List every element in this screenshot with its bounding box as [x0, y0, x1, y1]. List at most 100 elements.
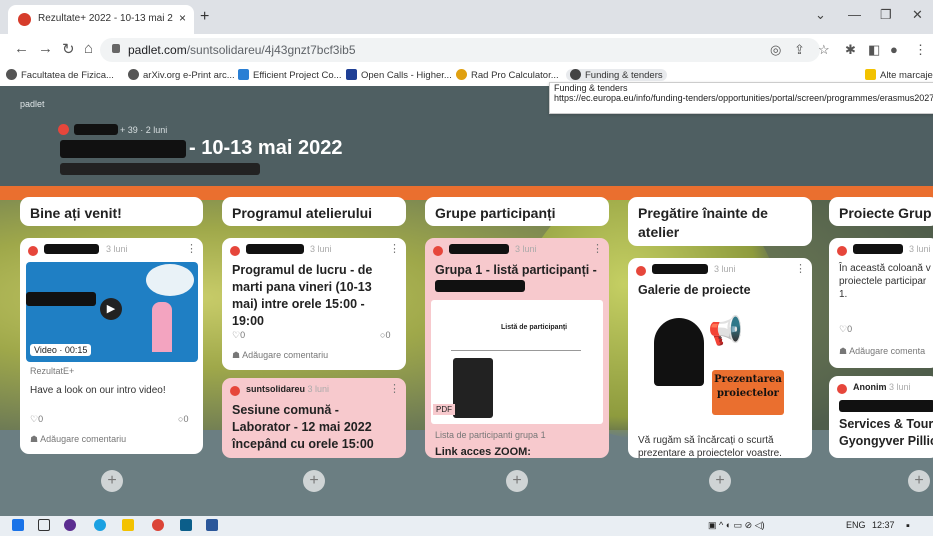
post-subject: Services & Touri Gyongyver Pillich	[839, 417, 933, 448]
close-window-icon[interactable]: ✕	[912, 7, 923, 23]
redacted-description	[60, 163, 260, 175]
app-icon[interactable]	[64, 519, 76, 531]
doc-title: Listă de participanți	[501, 324, 568, 331]
notification-icon[interactable]: ▪	[906, 520, 910, 532]
redacted-subject-part	[839, 400, 933, 412]
redacted-author	[74, 124, 118, 135]
side-panel-icon[interactable]: ◧	[868, 42, 880, 58]
more-options-icon[interactable]: ⋮	[389, 242, 400, 255]
add-comment[interactable]: ☗ Adăugare comentariu	[232, 350, 328, 361]
comment-count[interactable]: ○0	[380, 330, 390, 340]
add-comment[interactable]: ☗ Adăugare comentariu	[30, 434, 126, 445]
task-view-icon[interactable]	[38, 519, 50, 531]
add-post-button[interactable]: +	[908, 470, 930, 492]
home-icon[interactable]: ⌂	[84, 40, 93, 57]
video-badge: Video · 00:15	[30, 344, 92, 356]
restore-icon[interactable]: ❐	[880, 7, 892, 23]
bookmark-item[interactable]: Efficient Project Co...	[238, 69, 342, 81]
minimize-icon[interactable]: —	[848, 7, 861, 22]
more-options-icon[interactable]: ⋮	[389, 382, 400, 395]
post-card[interactable]: 3 luni ⋮ ▶ Video · 00:15 RezultatE+ Have…	[20, 238, 203, 454]
tab-search-icon[interactable]: ⌄	[815, 7, 826, 23]
forward-icon[interactable]: →	[38, 40, 53, 57]
new-tab-button[interactable]: +	[200, 8, 209, 26]
author-avatar	[230, 386, 240, 396]
menu-icon[interactable]: ⋮	[914, 42, 927, 58]
bookmark-favicon-icon	[238, 69, 249, 80]
add-comment[interactable]: ☗ Adăugare comenta	[839, 346, 925, 357]
tooltip-title: Funding & tenders	[554, 83, 628, 93]
reload-icon[interactable]: ↻	[62, 40, 75, 58]
post-card[interactable]: 3 luni ⋮ Grupa 1 - listă participanți - …	[425, 238, 609, 458]
post-time: 3 luni	[106, 244, 128, 254]
post-subject: Galerie de proiecte	[638, 283, 751, 297]
bookmark-item-hovered[interactable]: Funding & tenders	[566, 69, 667, 81]
column-header: Grupe participanți	[425, 197, 609, 226]
padlet-favicon-icon	[18, 13, 31, 26]
word-icon[interactable]	[206, 519, 218, 531]
more-options-icon[interactable]: ⋮	[186, 242, 197, 255]
chrome-icon[interactable]	[152, 519, 164, 531]
redacted-table	[453, 358, 493, 418]
start-icon[interactable]	[12, 519, 24, 531]
file-explorer-icon[interactable]	[122, 519, 134, 531]
more-options-icon[interactable]: ⋮	[795, 262, 806, 275]
like-button[interactable]: ♡0	[232, 330, 245, 341]
extensions-icon[interactable]: ✱	[845, 42, 856, 58]
browser-tab[interactable]: Rezultate+ 2022 - 10-13 mai 202 ×	[8, 5, 194, 34]
google-lens-icon[interactable]: ◎	[770, 42, 781, 58]
megaphone-icon: 📢	[708, 315, 743, 346]
post-card[interactable]: 3 luni ⋮ Galerie de proiecte 📢 Prezentar…	[628, 258, 812, 458]
share-icon[interactable]: ⇪	[794, 42, 805, 58]
comment-count[interactable]: ○0	[178, 414, 188, 424]
url-text: padlet.com/suntsolidareu/4j43gnzt7bcf3ib…	[128, 43, 356, 57]
post-body: În această coloană v proiectele particip…	[839, 263, 931, 300]
attachment-caption: Lista de participanti grupa 1	[435, 430, 546, 440]
windows-taskbar	[0, 516, 933, 536]
redacted-author	[449, 244, 509, 254]
add-post-button[interactable]: +	[709, 470, 731, 492]
like-button[interactable]: ♡0	[30, 414, 43, 425]
radiation-icon	[456, 69, 467, 80]
back-icon[interactable]: ←	[14, 40, 29, 57]
pdf-preview[interactable]: Listă de participanți PDF	[431, 300, 603, 424]
author-avatar	[230, 246, 240, 256]
redacted-author	[853, 244, 903, 254]
more-options-icon[interactable]: ⋮	[592, 242, 603, 255]
bookmark-item[interactable]: Facultatea de Fizica...	[6, 69, 114, 81]
post-card[interactable]: suntsolidareu 3 luni ⋮ Sesiune comună - …	[222, 378, 406, 458]
bookmark-item[interactable]: Rad Pro Calculator...	[456, 69, 559, 81]
video-thumbnail[interactable]: ▶ Video · 00:15	[26, 262, 198, 362]
bookmark-star-icon[interactable]: ☆	[818, 42, 830, 58]
bookmark-item[interactable]: Open Calls - Higher...	[346, 69, 452, 81]
address-bar[interactable]: padlet.com/suntsolidareu/4j43gnzt7bcf3ib…	[100, 38, 820, 62]
post-card[interactable]: Anonim 3 luni Services & Touri Gyongyver…	[829, 376, 933, 458]
add-post-button[interactable]: +	[101, 470, 123, 492]
post-subject: Grupa 1 - listă participanți -	[435, 263, 597, 277]
pdf-badge: PDF	[433, 404, 455, 415]
table-line	[451, 350, 581, 351]
add-post-button[interactable]: +	[506, 470, 528, 492]
like-button[interactable]: ♡0	[839, 324, 852, 335]
post-card[interactable]: 3 luni ⋮ Programul de lucru - de marti p…	[222, 238, 406, 370]
profile-avatar-icon[interactable]: ●	[890, 42, 898, 57]
tray-icons[interactable]: ▣ ^ ◐ ▭ ⊘ ◁)	[708, 520, 765, 531]
padlet-logo[interactable]: padlet	[20, 99, 45, 109]
post-card[interactable]: 3 luni În această coloană v proiectele p…	[829, 238, 933, 368]
tab-close-icon[interactable]: ×	[179, 11, 186, 25]
column-header: Proiecte Grup	[829, 197, 933, 226]
post-subject-2: Link acces ZOOM:	[435, 446, 531, 458]
edge-icon[interactable]	[94, 519, 106, 531]
play-icon[interactable]: ▶	[100, 298, 122, 320]
page-title: - 10-13 mai 2022	[189, 137, 343, 159]
author-avatar	[433, 246, 443, 256]
bookmark-item[interactable]: arXiv.org e-Print arc...	[128, 69, 235, 81]
clock[interactable]: 12:37	[872, 520, 895, 530]
language-indicator[interactable]: ENG	[846, 520, 866, 530]
app-icon[interactable]	[180, 519, 192, 531]
other-bookmarks[interactable]: Alte marcaje	[865, 69, 933, 81]
add-post-button[interactable]: +	[303, 470, 325, 492]
cloud-shape	[146, 264, 194, 296]
redacted-author	[44, 244, 99, 254]
tooltip-url: https://ec.europa.eu/info/funding-tender…	[554, 93, 933, 103]
